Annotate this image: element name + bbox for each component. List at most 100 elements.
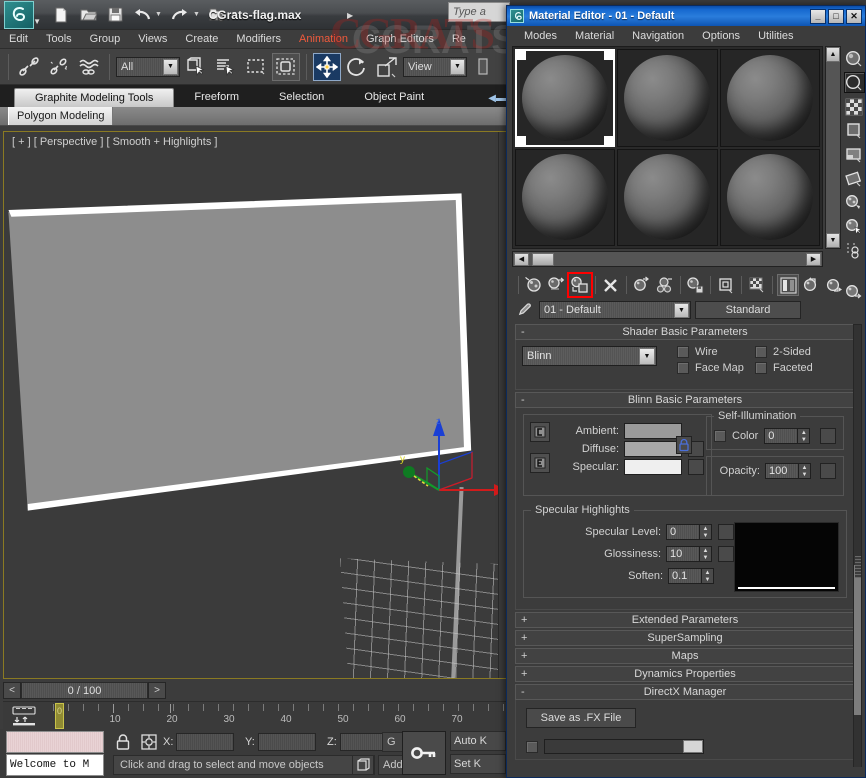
soften-value[interactable]: 0.1: [668, 568, 702, 584]
rollout-header-supersampling[interactable]: + SuperSampling: [515, 630, 855, 646]
time-prev-frame-button[interactable]: <: [3, 681, 21, 699]
sample-type-sphere-icon[interactable]: [844, 48, 865, 69]
project-folder-icon[interactable]: [209, 6, 227, 24]
time-slider-value[interactable]: 0 / 100: [21, 681, 148, 699]
hscroll-thumb[interactable]: [532, 252, 554, 266]
menu-graph-editors[interactable]: Graph Editors: [357, 30, 443, 49]
menu-edit[interactable]: Edit: [0, 30, 37, 49]
soften-spinner[interactable]: 0.1 ▲ ▼: [668, 568, 714, 584]
checkbox-self-illum-color[interactable]: [714, 430, 726, 442]
rollout-header-extended-parameters[interactable]: + Extended Parameters: [515, 612, 855, 628]
spinner-arrows-icon[interactable]: ▲ ▼: [799, 463, 811, 479]
backlight-icon[interactable]: [843, 72, 865, 93]
make-preview-icon[interactable]: [844, 168, 865, 189]
tab-freeform[interactable]: Freeform: [174, 88, 259, 107]
redo-icon[interactable]: [171, 6, 189, 24]
checkbox-enable-plugin-material[interactable]: [526, 740, 538, 753]
x-coordinate-field-group[interactable]: X:: [163, 733, 235, 751]
ambient-map-shortcut-button[interactable]: [530, 422, 550, 442]
chevron-down-icon[interactable]: ▼: [674, 302, 689, 318]
menu-views[interactable]: Views: [129, 30, 176, 49]
glossiness-map-button[interactable]: [718, 546, 734, 562]
quick-search-input[interactable]: Type a: [448, 2, 510, 22]
menu-group[interactable]: Group: [81, 30, 130, 49]
rollout-toggle-icon[interactable]: +: [521, 632, 527, 644]
undo-dropdown-caret-icon[interactable]: ▼: [155, 11, 162, 18]
pick-material-from-object-icon[interactable]: [515, 300, 535, 320]
material-editor-title-bar[interactable]: Material Editor - 01 - Default _ □ ✕: [507, 6, 865, 26]
track-bar[interactable]: 10 20 30 40 50 60 70 0: [3, 701, 507, 729]
scroll-right-icon[interactable]: ▶: [806, 252, 821, 266]
set-key-button[interactable]: Set K: [450, 754, 506, 774]
me-menu-material[interactable]: Material: [566, 26, 623, 46]
go-to-parent-icon[interactable]: [800, 274, 822, 296]
get-material-icon[interactable]: [523, 274, 545, 296]
save-file-icon[interactable]: [106, 6, 124, 24]
unlink-selection-icon[interactable]: [45, 53, 73, 81]
opacity-spinner[interactable]: 100 ▲ ▼: [765, 463, 811, 479]
show-end-result-toggle-icon[interactable]: [777, 274, 800, 296]
glossiness-value[interactable]: 10: [666, 546, 700, 562]
chevron-down-icon[interactable]: ▼: [450, 58, 465, 75]
spinner-arrows-icon[interactable]: ▲ ▼: [700, 524, 712, 540]
sample-slot-6[interactable]: [719, 148, 820, 246]
rollout-toggle-icon[interactable]: +: [521, 668, 527, 680]
subtab-polygon-modeling[interactable]: Polygon Modeling: [8, 107, 114, 125]
options-icon[interactable]: [844, 192, 865, 213]
select-by-name-icon[interactable]: [212, 53, 240, 81]
me-menu-navigation[interactable]: Navigation: [623, 26, 693, 46]
material-type-button[interactable]: Standard: [695, 301, 801, 319]
sample-slot-2[interactable]: [617, 49, 718, 147]
open-file-icon[interactable]: [79, 6, 97, 24]
material-id-channel-icon[interactable]: [844, 240, 865, 261]
select-and-move-icon[interactable]: [313, 52, 341, 81]
minimize-button[interactable]: _: [810, 8, 826, 24]
select-by-material-icon[interactable]: [844, 216, 865, 237]
chevron-down-icon[interactable]: [683, 740, 703, 753]
material-editor-scrollbar[interactable]: [853, 324, 862, 777]
menu-animation[interactable]: Animation: [290, 30, 357, 49]
time-slider[interactable]: < 0 / 100 >: [3, 680, 507, 700]
specular-level-spinner[interactable]: 0 ▲ ▼: [666, 524, 712, 540]
me-menu-options[interactable]: Options: [693, 26, 749, 46]
opacity-map-button[interactable]: [820, 463, 836, 479]
rollout-header-maps[interactable]: + Maps: [515, 648, 855, 664]
checkbox-2-sided[interactable]: [755, 346, 767, 358]
window-crossing-icon[interactable]: [272, 52, 300, 81]
sample-slots-horizontal-scrollbar[interactable]: ◀ ▶: [512, 251, 823, 267]
ambient-diffuse-lock-icon[interactable]: [676, 436, 692, 454]
tab-object-paint[interactable]: Object Paint: [344, 88, 444, 107]
menu-rendering[interactable]: Re: [443, 30, 475, 49]
viewport-label[interactable]: [ + ] [ Perspective ] [ Smooth + Highlig…: [12, 136, 217, 148]
rollout-toggle-icon[interactable]: -: [521, 394, 525, 406]
checkbox-faceted[interactable]: [755, 362, 767, 374]
logo-dropdown-caret-icon[interactable]: ▼: [33, 17, 41, 26]
sample-slot-4[interactable]: [515, 148, 616, 246]
opacity-value[interactable]: 100: [765, 463, 799, 479]
tab-graphite-modeling-tools[interactable]: Graphite Modeling Tools: [14, 88, 175, 107]
assign-material-to-selection-icon[interactable]: [566, 272, 593, 298]
close-button[interactable]: ✕: [846, 8, 862, 24]
spinner-arrows-icon[interactable]: ▲ ▼: [798, 428, 811, 444]
scrollbar-thumb[interactable]: [854, 565, 861, 715]
rollout-header-dynamics-properties[interactable]: + Dynamics Properties: [515, 666, 855, 682]
y-coordinate-field-group[interactable]: Y:: [245, 733, 316, 751]
rollout-gripper[interactable]: [855, 556, 861, 578]
sample-slot-5[interactable]: [617, 148, 718, 246]
redo-dropdown-caret-icon[interactable]: ▼: [193, 11, 200, 18]
chevron-down-icon[interactable]: ▼: [163, 58, 178, 75]
background-checker-icon[interactable]: [844, 96, 865, 117]
self-illumination-value[interactable]: 0: [764, 428, 799, 444]
shader-type-combo[interactable]: Blinn ▼: [522, 346, 657, 366]
rectangular-selection-region-icon[interactable]: [242, 53, 270, 81]
use-pivot-point-center-icon[interactable]: [469, 53, 497, 81]
chevron-down-icon[interactable]: ▼: [639, 347, 655, 365]
scroll-up-icon[interactable]: ▲: [826, 47, 840, 62]
rollout-toggle-icon[interactable]: +: [521, 614, 527, 626]
make-unique-icon[interactable]: [654, 274, 676, 296]
new-file-icon[interactable]: [52, 6, 70, 24]
menu-create[interactable]: Create: [176, 30, 227, 49]
select-and-rotate-icon[interactable]: [343, 53, 371, 81]
checkbox-face-map[interactable]: [677, 362, 689, 374]
diffuse-color-swatch[interactable]: [624, 441, 682, 457]
